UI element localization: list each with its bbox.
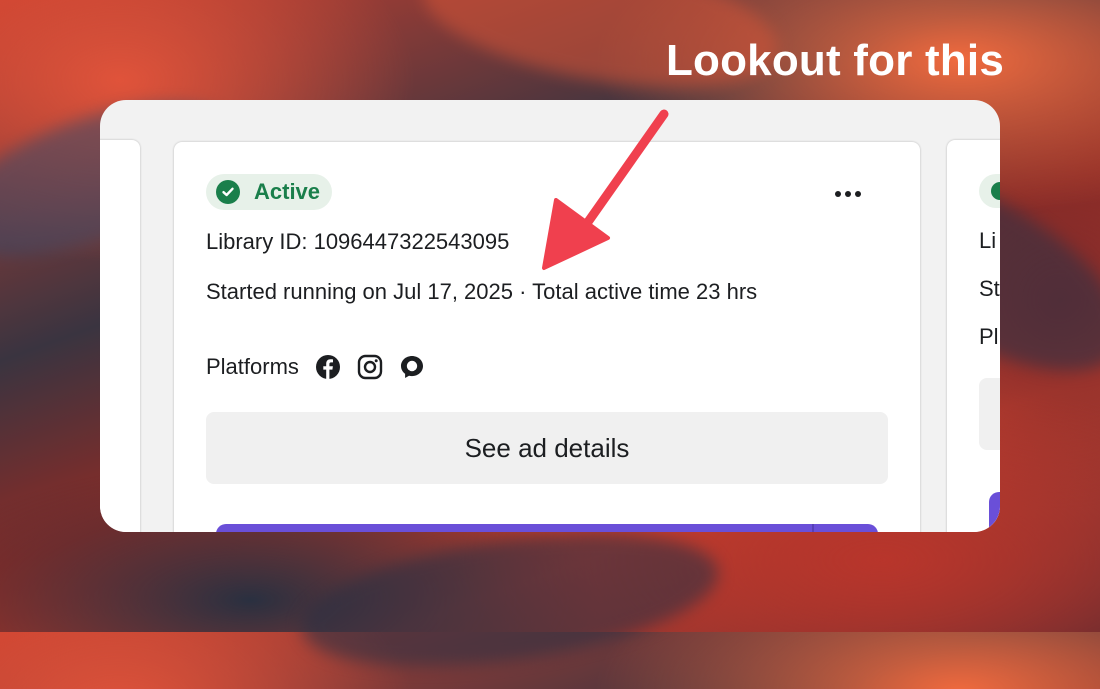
next-see-ad-details-button[interactable] bbox=[979, 378, 1000, 450]
ad-library-panel: Active Library ID: 1096447322543095 Star… bbox=[100, 100, 1000, 532]
status-badge: Active bbox=[206, 174, 333, 210]
next-ad-card[interactable]: Li St Pl bbox=[947, 140, 1000, 532]
more-options-icon[interactable] bbox=[832, 182, 864, 206]
facebook-icon bbox=[315, 354, 341, 380]
run-duration: Started running on Jul 17, 2025 · Total … bbox=[206, 279, 758, 304]
next-cta-button[interactable] bbox=[989, 492, 1000, 532]
platforms-label: Platforms bbox=[206, 354, 299, 379]
see-ad-details-button[interactable]: See ad details bbox=[206, 412, 888, 484]
library-id: Library ID: 1096447322543095 bbox=[206, 229, 510, 254]
next-status-badge bbox=[979, 174, 1000, 208]
status-label: Active bbox=[254, 179, 321, 204]
next-platforms-label: Pl bbox=[979, 324, 999, 349]
messenger-icon bbox=[399, 354, 425, 380]
cta-divider bbox=[812, 524, 814, 532]
ad-card: Active Library ID: 1096447322543095 Star… bbox=[174, 142, 920, 532]
next-library-id: Li bbox=[979, 228, 997, 253]
check-circle-icon bbox=[991, 182, 1000, 200]
cta-button[interactable] bbox=[216, 524, 878, 532]
next-run-duration: St bbox=[979, 276, 1000, 301]
background-swirl bbox=[293, 511, 727, 689]
annotation-headline: Lookout for this bbox=[665, 36, 1004, 85]
check-circle-icon bbox=[216, 180, 240, 204]
previous-ad-card[interactable] bbox=[100, 140, 306, 532]
instagram-icon bbox=[357, 354, 383, 380]
platforms-row: Platforms bbox=[206, 354, 425, 380]
